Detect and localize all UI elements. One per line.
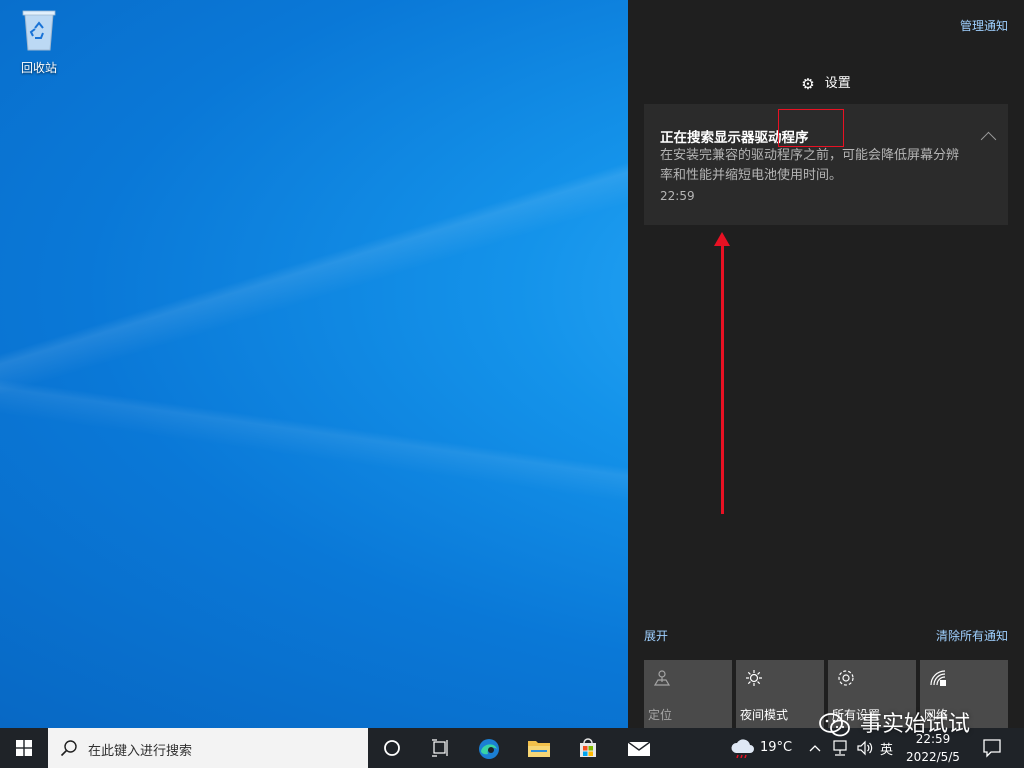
search-icon [60, 740, 77, 757]
annotation-highlight-box [778, 109, 844, 147]
action-center-button[interactable] [976, 728, 1024, 768]
clear-all-notifications-link[interactable]: 清除所有通知 [936, 627, 1008, 644]
store-icon [580, 738, 596, 757]
desktop-icon-label: 回收站 [20, 61, 57, 75]
notification-time: 22:59 [660, 189, 695, 203]
chevron-up-icon[interactable] [808, 741, 822, 755]
desktop-icon-recycle-bin[interactable]: 回收站 [8, 6, 70, 76]
settings-header[interactable]: ⚙ 设置 [628, 72, 1024, 93]
cortana-button[interactable] [368, 728, 416, 768]
annotation-arrow-head [714, 232, 730, 246]
annotation-arrow [721, 240, 724, 514]
quick-action-night-light[interactable]: 夜间模式 [736, 660, 824, 728]
file-explorer-button[interactable] [514, 728, 562, 768]
volume-icon[interactable] [856, 739, 874, 757]
notification-card[interactable]: 正在搜索显示器驱动程序 在安装完兼容的驱动程序之前，可能会降低屏幕分辨率和性能并… [644, 104, 1008, 225]
watermark: 事实始试试 [818, 706, 970, 738]
notification-body: 在安装完兼容的驱动程序之前，可能会降低屏幕分辨率和性能并缩短电池使用时间。 [660, 148, 960, 183]
location-icon [653, 670, 671, 686]
cortana-icon [384, 740, 400, 756]
chevron-up-icon[interactable] [980, 131, 997, 148]
tile-label: 夜间模式 [740, 708, 789, 722]
start-button[interactable] [0, 728, 48, 768]
manage-notifications-link[interactable]: 管理通知 [960, 17, 1008, 34]
mail-button[interactable] [614, 728, 662, 768]
weather-cloud-icon [731, 739, 754, 758]
ime-indicator[interactable]: 英 [880, 739, 893, 758]
task-view-icon [432, 739, 448, 757]
store-button[interactable] [564, 728, 612, 768]
settings-label: 设置 [824, 76, 851, 91]
weather-temp: 19°C [760, 740, 793, 755]
weather-widget[interactable]: 19°C [728, 728, 798, 768]
watermark-text: 事实始试试 [860, 712, 971, 737]
edge-icon [479, 739, 499, 759]
windows-logo-icon [16, 740, 32, 756]
gear-icon: ⚙ [801, 74, 815, 93]
action-center-panel: 管理通知 ⚙ 设置 正在搜索显示器驱动程序 在安装完兼容的驱动程序之前，可能会降低… [628, 0, 1024, 728]
clock-date: 2022/5/5 [906, 750, 960, 764]
notification-icon [983, 739, 1001, 758]
taskbar-search-box[interactable]: 在此键入进行搜索 [48, 728, 368, 768]
wechat-logo-icon [819, 713, 850, 737]
network-icon [930, 670, 946, 686]
quick-action-location[interactable]: 定位 [644, 660, 732, 728]
network-wired-icon[interactable] [832, 739, 850, 757]
night-light-icon [746, 670, 762, 686]
recycle-bin-icon [22, 10, 56, 51]
tile-label: 定位 [648, 708, 673, 722]
search-placeholder: 在此键入进行搜索 [88, 744, 193, 759]
mail-icon [627, 741, 651, 756]
settings-icon [838, 670, 854, 686]
task-view-button[interactable] [416, 728, 464, 768]
edge-button[interactable] [464, 728, 512, 768]
file-explorer-icon [528, 741, 550, 757]
expand-link[interactable]: 展开 [644, 627, 668, 644]
